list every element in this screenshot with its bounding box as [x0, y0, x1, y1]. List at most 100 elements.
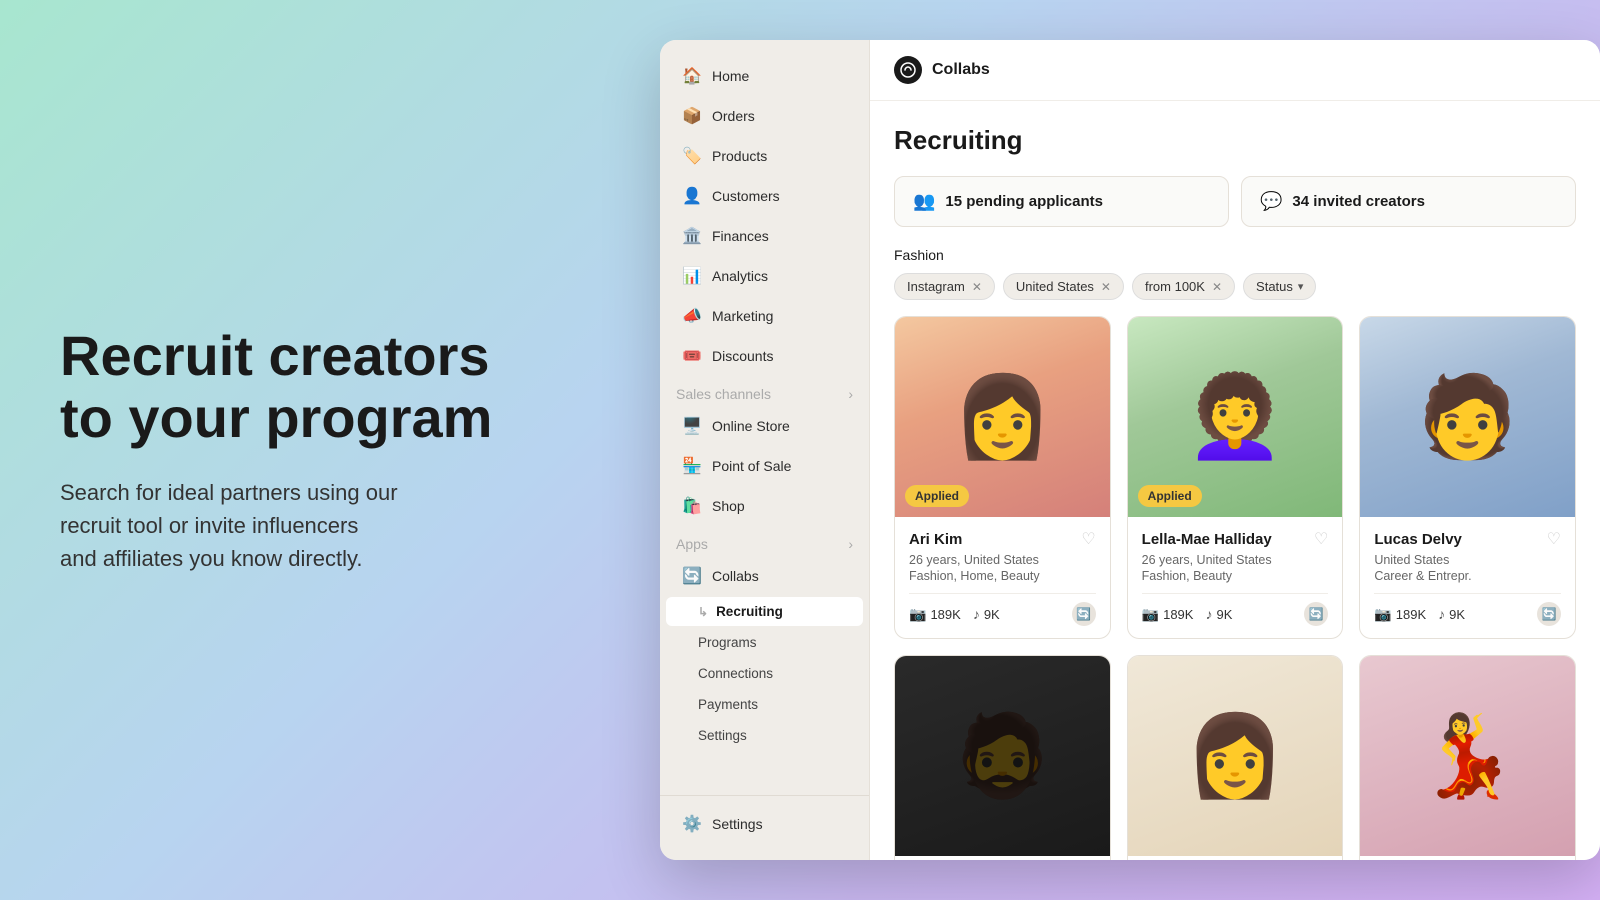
sidebar-label-marketing: Marketing — [712, 308, 773, 324]
creator-name-lucas: Lucas Delvy — [1374, 531, 1462, 548]
sidebar-item-home[interactable]: 🏠 Home — [666, 57, 863, 95]
sidebar-label-orders: Orders — [712, 108, 755, 124]
topbar-app-name: Collabs — [932, 61, 990, 79]
sidebar-sub-item-recruiting[interactable]: ↳ Recruiting — [666, 597, 863, 626]
invited-icon: 💬 — [1260, 191, 1282, 212]
creator-meta-ari: 26 years, United States — [909, 553, 1096, 567]
sidebar-item-online-store[interactable]: 🖥️ Online Store — [666, 407, 863, 445]
sidebar-sub-item-connections[interactable]: Connections — [666, 659, 863, 688]
sidebar-label-connections: Connections — [698, 666, 773, 681]
filter-100k-remove[interactable]: ✕ — [1212, 280, 1222, 294]
creator-grid: 👩 Applied Ari Kim ♡ 26 years, United Sta… — [894, 316, 1576, 860]
sidebar-item-collabs[interactable]: 🔄 Collabs — [666, 557, 863, 595]
creator-tags-ari: Fashion, Home, Beauty — [909, 569, 1096, 583]
sidebar-item-discounts[interactable]: 🎟️ Discounts — [666, 337, 863, 375]
creator-info-ari: Ari Kim ♡ 26 years, United States Fashio… — [895, 517, 1110, 638]
favorite-button-lucas[interactable]: ♡ — [1547, 529, 1561, 549]
filter-instagram-remove[interactable]: ✕ — [972, 280, 982, 294]
app-logo-icon — [894, 56, 922, 84]
sidebar-sub-item-payments[interactable]: Payments — [666, 690, 863, 719]
filter-united-states[interactable]: United States ✕ — [1003, 273, 1124, 300]
creator-meta-lucas: United States — [1374, 553, 1561, 567]
sidebar-label-payments: Payments — [698, 697, 758, 712]
customers-icon: 👤 — [682, 186, 702, 206]
applied-badge-ari: Applied — [905, 485, 969, 507]
analytics-icon: 📊 — [682, 266, 702, 286]
sidebar-label-analytics: Analytics — [712, 268, 768, 284]
sidebar-bottom: ⚙️ Settings — [660, 795, 869, 844]
filter-status[interactable]: Status ▾ — [1243, 273, 1316, 300]
pending-icon: 👥 — [913, 191, 935, 212]
instagram-count-lella: 189K — [1163, 607, 1193, 622]
filter-instagram[interactable]: Instagram ✕ — [894, 273, 995, 300]
creator-image-ari: 👩 Applied — [895, 317, 1110, 517]
tiktok-count-lella: 9K — [1216, 607, 1232, 622]
sidebar-label-settings: Settings — [712, 816, 763, 832]
creator-stats-lucas: 📷 189K ♪ 9K 🔄 — [1374, 593, 1561, 626]
recruiting-area[interactable]: Recruiting 👥 15 pending applicants 💬 34 … — [870, 101, 1600, 860]
instagram-stat-lella: 📷 189K — [1142, 606, 1194, 623]
creator-name-row-lucas: Lucas Delvy ♡ — [1374, 529, 1561, 549]
creator-card-lucas[interactable]: 🧑 Lucas Delvy ♡ United States Career & E… — [1359, 316, 1576, 639]
tiktok-stat-ari: ♪ 9K — [973, 606, 1000, 622]
creator-name-ari: Ari Kim — [909, 531, 962, 548]
invited-creators-card[interactable]: 💬 34 invited creators — [1241, 176, 1576, 227]
creator-image-row2b: 👩 — [1128, 656, 1343, 856]
marketing-icon: 📣 — [682, 306, 702, 326]
pending-label: 15 pending applicants — [945, 193, 1103, 210]
creator-card-lella[interactable]: 👩‍🦱 Applied Lella-Mae Halliday ♡ 26 year… — [1127, 316, 1344, 639]
chevron-down-icon: ▾ — [1298, 280, 1304, 293]
filter-status-label: Status — [1256, 279, 1293, 294]
creator-card-row2b[interactable]: 👩 Creator Five ♡ 24 years, United States… — [1127, 655, 1344, 860]
sidebar-item-shop[interactable]: 🛍️ Shop — [666, 487, 863, 525]
favorite-button-lella[interactable]: ♡ — [1314, 529, 1328, 549]
finances-icon: 🏛️ — [682, 226, 702, 246]
sidebar-label-discounts: Discounts — [712, 348, 773, 364]
sidebar-label-programs: Programs — [698, 635, 757, 650]
shop-icon: 🛍️ — [682, 496, 702, 516]
pending-applicants-card[interactable]: 👥 15 pending applicants — [894, 176, 1229, 227]
stats-row: 👥 15 pending applicants 💬 34 invited cre… — [894, 176, 1576, 227]
sidebar-item-customers[interactable]: 👤 Customers — [666, 177, 863, 215]
main-content: Collabs Recruiting 👥 15 pending applican… — [870, 40, 1600, 860]
filter-tags: Instagram ✕ United States ✕ from 100K ✕ … — [894, 273, 1576, 300]
creator-info-lucas: Lucas Delvy ♡ United States Career & Ent… — [1360, 517, 1575, 638]
sidebar-item-settings[interactable]: ⚙️ Settings — [666, 805, 863, 843]
favorite-button-ari[interactable]: ♡ — [1081, 529, 1095, 549]
instagram-count-lucas: 189K — [1396, 607, 1426, 622]
creator-card-row2a[interactable]: 🧔 Creator Four ♡ 29 years, United States… — [894, 655, 1111, 860]
instagram-count-ari: 189K — [930, 607, 960, 622]
sidebar-label-finances: Finances — [712, 228, 769, 244]
sidebar-sub-item-settings[interactable]: Settings — [666, 721, 863, 750]
sidebar-item-point-of-sale[interactable]: 🏪 Point of Sale — [666, 447, 863, 485]
sidebar-item-finances[interactable]: 🏛️ Finances — [666, 217, 863, 255]
discounts-icon: 🎟️ — [682, 346, 702, 366]
sidebar-item-analytics[interactable]: 📊 Analytics — [666, 257, 863, 295]
collabs-badge-lella: 🔄 — [1304, 602, 1328, 626]
filter-us-remove[interactable]: ✕ — [1101, 280, 1111, 294]
creator-info-row2c: Creator Six ♡ 31 years, United States Fa… — [1360, 856, 1575, 860]
filter-from-100k[interactable]: from 100K ✕ — [1132, 273, 1235, 300]
tiktok-icon-lella: ♪ — [1205, 606, 1212, 622]
creator-card-row2c[interactable]: 💃 Creator Six ♡ 31 years, United States … — [1359, 655, 1576, 860]
online-store-icon: 🖥️ — [682, 416, 702, 436]
creator-card-ari-kim[interactable]: 👩 Applied Ari Kim ♡ 26 years, United Sta… — [894, 316, 1111, 639]
hero-title: Recruit creators to your program — [60, 325, 600, 448]
creator-info-row2b: Creator Five ♡ 24 years, United States B… — [1128, 856, 1343, 860]
sidebar-item-orders[interactable]: 📦 Orders — [666, 97, 863, 135]
sidebar-item-products[interactable]: 🏷️ Products — [666, 137, 863, 175]
creator-image-lucas: 🧑 — [1360, 317, 1575, 517]
creator-tags-lella: Fashion, Beauty — [1142, 569, 1329, 583]
tiktok-icon-lucas: ♪ — [1438, 606, 1445, 622]
hero-section: Recruit creators to your program Search … — [0, 245, 660, 655]
sidebar-sub-item-programs[interactable]: Programs — [666, 628, 863, 657]
recruiting-title: Recruiting — [894, 125, 1576, 156]
indent-icon: ↳ — [698, 605, 708, 619]
sidebar-item-marketing[interactable]: 📣 Marketing — [666, 297, 863, 335]
sidebar-label-online-store: Online Store — [712, 418, 790, 434]
creator-image-row2c: 💃 — [1360, 656, 1575, 856]
filter-category: Fashion — [894, 247, 1576, 263]
products-icon: 🏷️ — [682, 146, 702, 166]
point-of-sale-icon: 🏪 — [682, 456, 702, 476]
tiktok-count-lucas: 9K — [1449, 607, 1465, 622]
